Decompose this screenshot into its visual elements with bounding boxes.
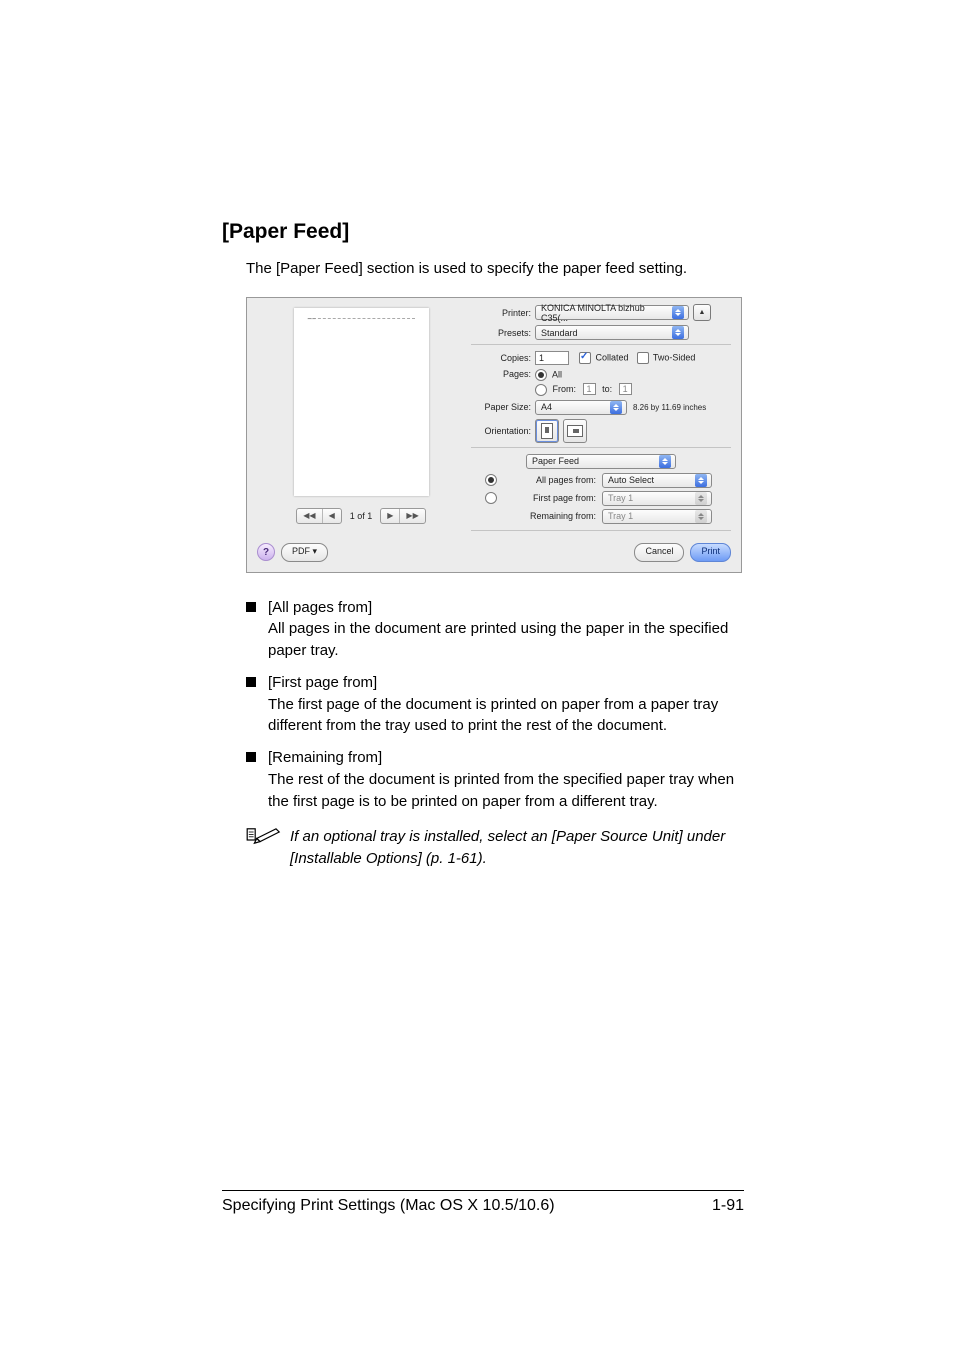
all-pages-label: All pages from:: [500, 475, 596, 485]
remaining-select: Tray 1: [602, 509, 712, 524]
copies-label: Copies:: [471, 353, 531, 363]
pages-from-radio[interactable]: [535, 384, 547, 396]
intro-text: The [Paper Feed] section is used to spec…: [246, 258, 744, 279]
bullet2-title: [First page from]: [268, 674, 377, 691]
first-page-select: Tray 1: [602, 491, 712, 506]
pages-label: Pages:: [471, 369, 531, 379]
footer-right: 1-91: [712, 1197, 744, 1215]
remaining-label: Remaining from:: [500, 511, 596, 521]
bullet3-text: The rest of the document is printed from…: [268, 771, 734, 810]
orientation-landscape[interactable]: [563, 419, 587, 443]
print-dialog: — ◀◀◀ 1 of 1 ▶▶▶ Printer: KONICA MINOLTA…: [246, 297, 742, 573]
note-text: If an optional tray is installed, select…: [290, 826, 744, 870]
bullet1-text: All pages in the document are printed us…: [268, 620, 728, 659]
paper-size-select[interactable]: A4: [535, 400, 627, 415]
section-value: Paper Feed: [532, 456, 579, 466]
first-page-radio[interactable]: [485, 492, 497, 504]
all-pages-value: Auto Select: [608, 475, 654, 485]
copies-input[interactable]: 1: [535, 351, 569, 365]
pages-to-label: to:: [602, 384, 612, 394]
bullet2-text: The first page of the document is printe…: [268, 696, 718, 735]
printer-collapse-button[interactable]: [693, 304, 711, 321]
footer-left: Specifying Print Settings (Mac OS X 10.5…: [222, 1197, 555, 1215]
bullet3-title: [Remaining from]: [268, 749, 382, 766]
printer-value: KONICA MINOLTA bizhub C35(...: [541, 303, 672, 323]
section-select[interactable]: Paper Feed: [526, 454, 676, 469]
paper-size-label: Paper Size:: [471, 402, 531, 412]
pages-from-input[interactable]: 1: [583, 383, 596, 395]
pager-next[interactable]: ▶▶▶: [380, 508, 425, 524]
pages-from-label: From:: [553, 384, 577, 394]
page-heading: [Paper Feed]: [222, 220, 744, 244]
remaining-value: Tray 1: [608, 511, 633, 521]
printer-select[interactable]: KONICA MINOLTA bizhub C35(...: [535, 305, 689, 320]
pager-label: 1 of 1: [350, 511, 373, 521]
paper-size-dim: 8.26 by 11.69 inches: [633, 403, 706, 412]
collated-checkbox[interactable]: [579, 352, 591, 364]
orientation-label: Orientation:: [471, 426, 531, 436]
first-page-label: First page from:: [500, 493, 596, 503]
pages-to-input[interactable]: 1: [619, 383, 632, 395]
presets-value: Standard: [541, 328, 578, 338]
pages-all-label: All: [552, 369, 562, 379]
printer-label: Printer:: [471, 308, 531, 318]
first-page-value: Tray 1: [608, 493, 633, 503]
paper-size-value: A4: [541, 402, 552, 412]
cancel-button[interactable]: Cancel: [634, 543, 684, 562]
print-button[interactable]: Print: [690, 543, 731, 562]
collated-label: Collated: [596, 352, 629, 362]
presets-label: Presets:: [471, 328, 531, 338]
two-sided-label: Two-Sided: [653, 352, 696, 362]
all-pages-select[interactable]: Auto Select: [602, 473, 712, 488]
help-button[interactable]: ?: [257, 543, 275, 561]
note-icon: [244, 824, 284, 848]
preview-paper: —: [294, 308, 429, 496]
bullet1-title: [All pages from]: [268, 599, 372, 616]
pager-prev[interactable]: ◀◀◀: [296, 508, 341, 524]
orientation-portrait[interactable]: [535, 419, 559, 443]
two-sided-checkbox[interactable]: [637, 352, 649, 364]
pdf-menu[interactable]: PDF ▾: [281, 543, 328, 562]
pages-all-radio[interactable]: [535, 369, 547, 381]
presets-select[interactable]: Standard: [535, 325, 689, 340]
all-pages-radio[interactable]: [485, 474, 497, 486]
